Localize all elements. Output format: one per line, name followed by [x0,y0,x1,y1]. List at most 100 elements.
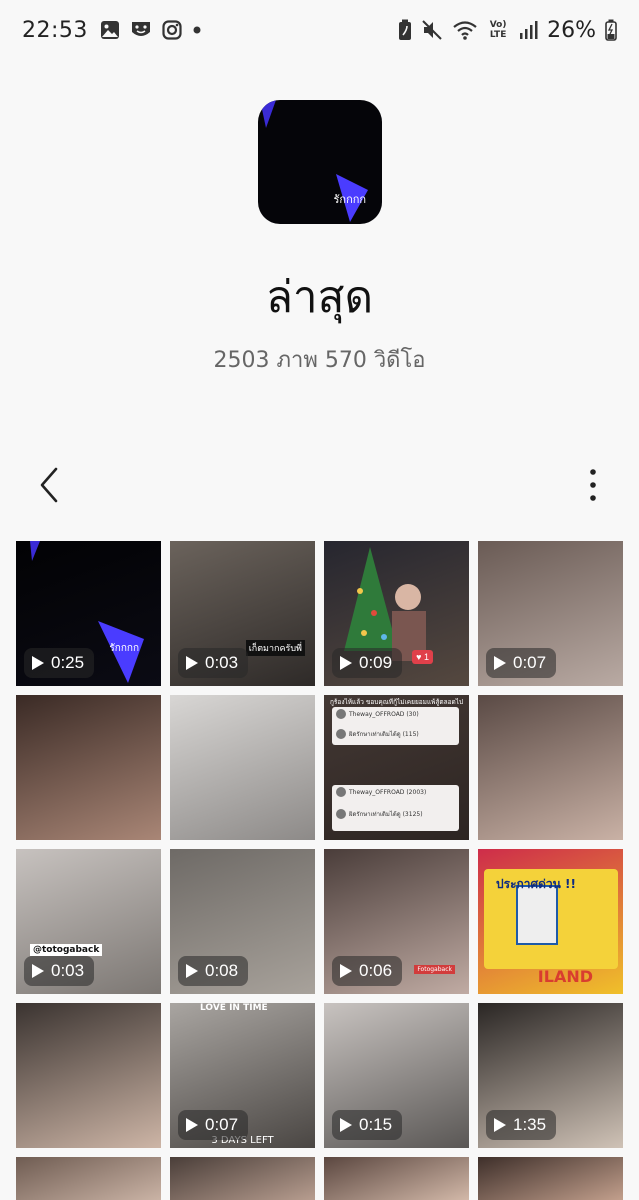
video-duration-badge: 1:35 [486,1110,557,1140]
play-icon [340,656,352,670]
album-header: รักกกก ล่าสุด 2503 ภาพ 570 วิดีโอ [0,100,639,377]
chat-entry-name: ผิดรักษาเท่าเดิมได้ดู (3125) [349,811,423,818]
album-title: ล่าสุด [265,272,374,323]
chat-entry: Theway_OFFROAD (2003) [336,787,426,797]
photo-thumbnail[interactable] [170,695,315,840]
photo-thumbnail[interactable]: กูร้องไห้แล้ว ขอบคุณทีกู้ไม่เคยยอมแพ้สู้… [324,695,469,840]
more-options-button[interactable] [583,467,603,503]
play-icon [186,656,198,670]
video-duration: 0:07 [513,653,547,672]
status-left-icons [100,20,202,40]
like-badge: ♥ 1 [412,650,433,664]
battery-icon [605,19,617,41]
avatar [336,787,346,797]
video-duration-badge: 0:07 [486,648,557,678]
like-count: 1 [423,652,429,662]
album-cover[interactable]: รักกกก [257,100,382,224]
battery-saver-icon [398,19,412,41]
video-thumbnail[interactable]: LOVE IN TIME 3 DAYS LEFT 0:07 [170,1003,315,1148]
video-thumbnail[interactable]: 0:07 [478,541,623,686]
instagram-icon [162,20,182,40]
video-duration-badge: 0:03 [24,956,95,986]
play-icon [494,1118,506,1132]
video-duration: 1:35 [513,1115,547,1134]
play-icon [340,964,352,978]
volte-label: Vo) LTE [489,20,507,40]
status-time: 22:53 [22,17,88,43]
play-icon [32,964,44,978]
battery-percent: 26% [547,17,596,43]
dot-icon [192,25,202,35]
avatar [336,729,346,739]
photo-thumbnail[interactable] [478,695,623,840]
wifi-icon [452,19,478,41]
heart-icon: ♥ [416,652,424,662]
photo-thumbnail[interactable] [16,695,161,840]
play-icon [32,656,44,670]
tile-header-text: กูร้องไห้แล้ว ขอบคุณทีกู้ไม่เคยยอมแพ้สู้… [330,698,464,706]
chat-entry: Theway_OFFROAD (30) [336,709,419,719]
chevron-left-icon [34,463,64,507]
theater-icon [130,20,152,40]
play-icon [186,1118,198,1132]
chat-entry-name: Theway_OFFROAD (2003) [349,788,427,796]
video-duration-badge: 0:06 [332,956,403,986]
video-thumbnail[interactable]: 0:15 [324,1003,469,1148]
album-cover-caption: รักกกก [333,193,367,206]
avatar [336,809,346,819]
chat-entry-name: ผิดรักษาเท่าเดิมได้ดู (115) [349,731,419,738]
more-vertical-icon [583,467,603,503]
chat-entry-name: Theway_OFFROAD (30) [349,710,419,718]
album-count: 2503 ภาพ 570 วิดีโอ [213,348,426,373]
toolbar [0,455,639,515]
tile-overlay-text: เก็ตมากครับพี่ [245,640,305,656]
video-thumbnail[interactable]: รักกกก 0:25 [16,541,161,686]
video-thumbnail[interactable]: Fotogaback 0:06 [324,849,469,994]
video-duration: 0:06 [359,961,393,980]
video-duration: 0:08 [205,961,239,980]
photo-thumbnail[interactable] [478,1157,623,1200]
status-bar: 22:53 Vo) LTE 26% [0,0,639,60]
video-thumbnail[interactable]: 1:35 [478,1003,623,1148]
video-duration-badge: 0:15 [332,1110,403,1140]
tile-overlay-text: ILAND [537,967,593,986]
tile-header-text: LOVE IN TIME [200,1003,268,1013]
video-duration-badge: 0:03 [178,648,249,678]
video-duration: 0:07 [205,1115,239,1134]
play-icon [494,656,506,670]
video-duration-badge: 0:09 [332,648,403,678]
tile-overlay-text: Fotogaback [414,965,455,974]
photo-thumbnail[interactable] [170,1157,315,1200]
video-duration: 0:09 [359,653,393,672]
gallery-icon [100,20,120,40]
play-icon [340,1118,352,1132]
status-right-icons: Vo) LTE 26% [398,18,617,43]
video-duration: 0:03 [51,961,85,980]
chat-entry: ผิดรักษาเท่าเดิมได้ดู (3125) [336,809,423,819]
play-icon [186,964,198,978]
video-duration-badge: 0:08 [178,956,249,986]
video-duration: 0:15 [359,1115,393,1134]
video-duration-badge: 0:25 [24,648,95,678]
photo-thumbnail[interactable]: ประกาศด่วน !! ILAND [478,849,623,994]
back-button[interactable] [34,463,74,507]
signal-icon [518,20,538,40]
tile-overlay-text: @totogaback [30,944,103,956]
volte-icon: Vo) LTE [487,20,509,40]
chat-entry: ผิดรักษาเท่าเดิมได้ดู (115) [336,729,419,739]
avatar [336,709,346,719]
tile-overlay-text: รักกกก [109,643,139,654]
tile-header-text: ประกาศด่วน !! [496,877,576,891]
media-grid: รักกกก 0:25 เก็ตมากครับพี่ 0:03 ♥ 1 0:09 0:07 ก… [16,541,623,1200]
photo-thumbnail[interactable] [16,1157,161,1200]
photo-thumbnail[interactable] [16,1003,161,1148]
video-thumbnail[interactable]: เก็ตมากครับพี่ 0:03 [170,541,315,686]
video-thumbnail[interactable]: 0:08 [170,849,315,994]
video-duration: 0:25 [51,653,85,672]
video-duration: 0:03 [205,653,239,672]
video-thumbnail[interactable]: @totogaback 0:03 [16,849,161,994]
photo-thumbnail[interactable] [324,1157,469,1200]
video-duration-badge: 0:07 [178,1110,249,1140]
mute-icon [421,19,443,41]
video-thumbnail[interactable]: ♥ 1 0:09 [324,541,469,686]
